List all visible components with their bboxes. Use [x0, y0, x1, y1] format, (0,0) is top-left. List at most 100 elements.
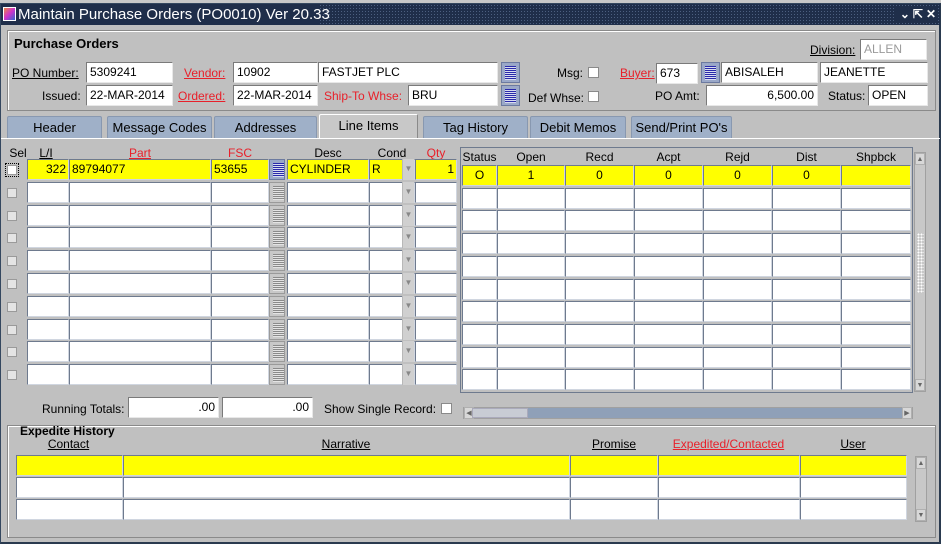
row-select-checkbox[interactable] [7, 325, 17, 335]
expedited-cell[interactable] [658, 455, 800, 476]
status-cell[interactable] [772, 188, 841, 209]
status-cell[interactable] [703, 324, 772, 345]
status-cell[interactable] [841, 347, 911, 368]
expedited-cell[interactable] [658, 499, 800, 520]
status-cell[interactable]: 0 [703, 165, 772, 186]
qty-cell[interactable] [415, 227, 457, 248]
status-cell[interactable]: 0 [565, 165, 634, 186]
status-cell[interactable] [565, 188, 634, 209]
fsc-cell[interactable] [211, 319, 269, 340]
status-cell[interactable] [497, 301, 565, 322]
contact-cell[interactable] [16, 455, 123, 476]
row-select-checkbox[interactable] [7, 256, 17, 266]
fsc-cell[interactable] [211, 250, 269, 271]
status-cell[interactable] [634, 301, 703, 322]
status-cell[interactable] [634, 369, 703, 390]
running-total-2-field[interactable]: .00 [222, 397, 313, 418]
contact-cell[interactable] [16, 499, 123, 520]
tab-addresses[interactable]: Addresses [214, 116, 317, 138]
desc-cell[interactable] [287, 250, 369, 271]
status-cell[interactable] [497, 324, 565, 345]
tab-message-codes[interactable]: Message Codes [107, 116, 212, 138]
ship-to-field[interactable]: BRU [408, 85, 498, 106]
status-cell[interactable] [565, 233, 634, 254]
promise-cell[interactable] [570, 455, 658, 476]
app-icon[interactable] [3, 7, 16, 21]
fsc-lov-icon[interactable] [269, 273, 285, 294]
status-cell[interactable] [462, 256, 497, 277]
status-cell[interactable] [634, 210, 703, 231]
scroll-right-icon[interactable]: ▶ [902, 407, 912, 419]
status-cell[interactable] [772, 369, 841, 390]
part-cell[interactable] [69, 227, 211, 248]
status-cell[interactable] [772, 347, 841, 368]
tab-send-print-pos[interactable]: Send/Print PO's [631, 116, 732, 138]
part-cell[interactable] [69, 250, 211, 271]
status-cell[interactable] [634, 233, 703, 254]
li-cell[interactable] [27, 182, 69, 203]
ordered-field[interactable]: 22-MAR-2014 [233, 85, 318, 106]
li-cell[interactable] [27, 364, 69, 385]
status-cell[interactable] [703, 369, 772, 390]
tab-tag-history[interactable]: Tag History [423, 116, 528, 138]
status-cell[interactable] [772, 301, 841, 322]
fsc-lov-icon[interactable] [269, 250, 285, 271]
fsc-cell[interactable] [211, 205, 269, 226]
po-number-field[interactable]: 5309241 [86, 62, 173, 83]
fsc-cell[interactable] [211, 273, 269, 294]
chevron-down-icon[interactable]: ▼ [402, 182, 414, 203]
row-select-checkbox[interactable] [5, 163, 19, 177]
tab-header[interactable]: Header [7, 116, 102, 138]
status-cell[interactable]: 0 [634, 165, 703, 186]
fsc-lov-icon[interactable] [269, 319, 285, 340]
scroll-down-icon[interactable]: ▼ [915, 379, 925, 391]
qty-cell[interactable] [415, 205, 457, 226]
status-cell[interactable] [565, 279, 634, 300]
status-cell[interactable] [565, 324, 634, 345]
tab-line-items[interactable]: Line Items [319, 114, 418, 139]
status-cell[interactable] [565, 369, 634, 390]
buyer-lov-icon[interactable] [701, 62, 720, 83]
chevron-down-icon[interactable]: ▼ [402, 273, 414, 294]
scroll-up-icon[interactable]: ▲ [916, 457, 926, 469]
status-horizontal-scrollbar[interactable]: ◀ ▶ [463, 407, 913, 419]
status-field[interactable]: OPEN [868, 85, 928, 106]
status-cell[interactable] [703, 279, 772, 300]
fsc-cell[interactable]: 53655 [211, 159, 269, 180]
fsc-lov-icon[interactable] [269, 341, 285, 362]
status-cell[interactable] [841, 279, 911, 300]
ship-to-lov-icon[interactable] [501, 85, 520, 106]
status-cell[interactable]: 0 [772, 165, 841, 186]
part-cell[interactable] [69, 182, 211, 203]
desc-cell[interactable] [287, 364, 369, 385]
row-select-checkbox[interactable] [7, 279, 17, 289]
buyer-last-name-field[interactable]: ABISALEH [721, 62, 818, 83]
user-cell[interactable] [800, 499, 907, 520]
buyer-code-field[interactable]: 673 [656, 63, 698, 84]
msg-checkbox[interactable] [588, 67, 599, 78]
vendor-code-field[interactable]: 10902 [233, 62, 318, 83]
running-total-1-field[interactable]: .00 [128, 397, 219, 418]
status-cell[interactable] [462, 369, 497, 390]
expedited-cell[interactable] [658, 477, 800, 498]
status-cell[interactable] [497, 210, 565, 231]
status-cell[interactable] [565, 210, 634, 231]
status-cell[interactable] [462, 324, 497, 345]
scroll-up-icon[interactable]: ▲ [915, 153, 925, 165]
status-vertical-scrollbar[interactable]: ▲ ▼ [914, 152, 926, 392]
user-cell[interactable] [800, 477, 907, 498]
fsc-cell[interactable] [211, 227, 269, 248]
promise-cell[interactable] [570, 477, 658, 498]
qty-cell[interactable] [415, 182, 457, 203]
status-cell[interactable] [565, 347, 634, 368]
status-cell[interactable] [841, 165, 911, 186]
li-cell[interactable] [27, 250, 69, 271]
qty-cell[interactable] [415, 319, 457, 340]
status-cell[interactable] [703, 301, 772, 322]
qty-cell[interactable] [415, 341, 457, 362]
po-amt-field[interactable]: 6,500.00 [706, 85, 818, 106]
status-cell[interactable] [703, 233, 772, 254]
part-cell[interactable] [69, 296, 211, 317]
restore-icon[interactable]: ⇱ [913, 6, 923, 23]
chevron-down-icon[interactable]: ▼ [402, 341, 414, 362]
